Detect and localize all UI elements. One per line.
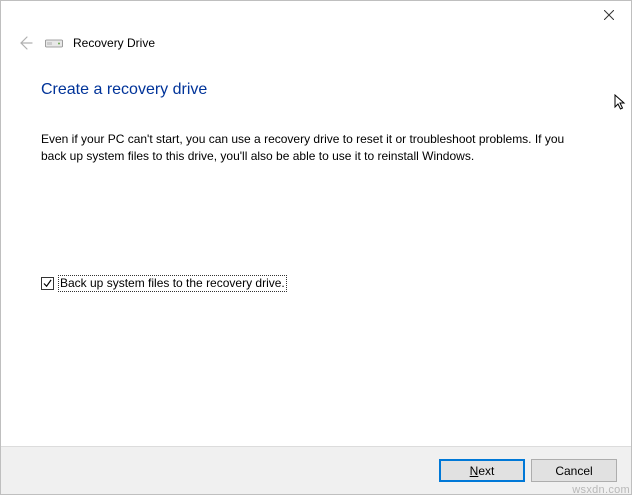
wizard-window: Recovery Drive Create a recovery drive E… <box>0 0 632 495</box>
header-row: Recovery Drive <box>1 31 631 63</box>
drive-icon <box>45 36 63 50</box>
cancel-button[interactable]: Cancel <box>531 459 617 482</box>
watermark-text: wsxdn.com <box>572 484 630 496</box>
back-arrow-icon <box>17 35 33 51</box>
content-area: Create a recovery drive Even if your PC … <box>1 63 631 446</box>
close-button[interactable] <box>586 1 631 29</box>
backup-checkbox-row[interactable]: Back up system files to the recovery dri… <box>41 275 591 293</box>
backup-checkbox[interactable] <box>41 277 54 290</box>
body-text: Even if your PC can't start, you can use… <box>41 131 571 165</box>
titlebar <box>1 1 631 31</box>
close-icon <box>604 10 614 20</box>
next-button[interactable]: Next <box>439 459 525 482</box>
backup-checkbox-label: Back up system files to the recovery dri… <box>58 275 287 293</box>
footer-bar: Next Cancel <box>1 446 631 494</box>
next-underline: N <box>470 464 479 478</box>
back-button[interactable] <box>15 33 35 53</box>
checkmark-icon <box>43 279 52 288</box>
next-rest: ext <box>478 464 494 478</box>
header-title: Recovery Drive <box>73 36 155 50</box>
page-heading: Create a recovery drive <box>41 81 591 99</box>
